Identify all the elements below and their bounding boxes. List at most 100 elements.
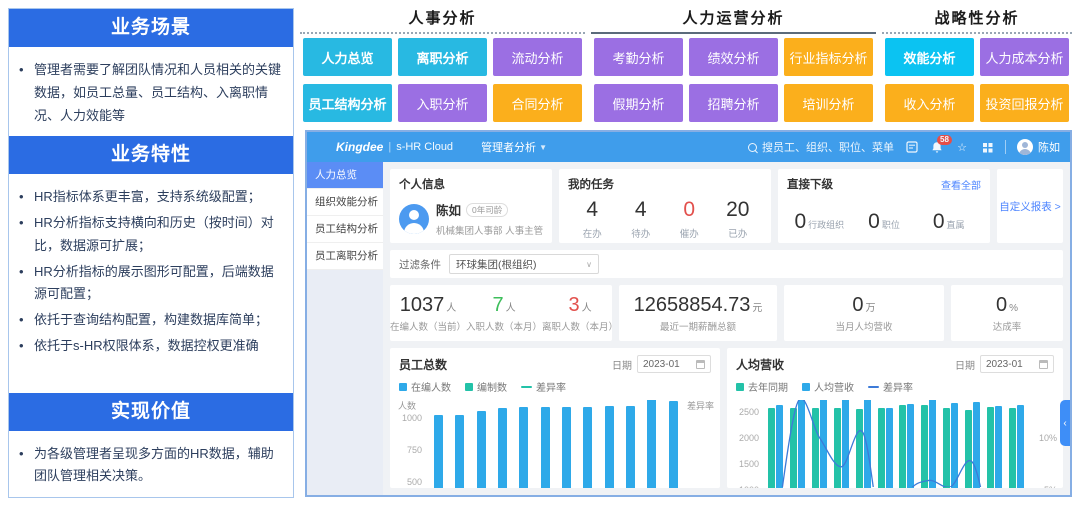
bar-group[interactable] [812,400,827,488]
bar-group[interactable] [790,400,805,488]
nav-menu-label: 管理者分析 [481,139,536,155]
bar-group[interactable] [669,401,678,488]
bar-group[interactable] [768,405,783,488]
kpi-unit: 万 [866,303,876,314]
sidebar-item[interactable]: 人力总览 [307,162,383,189]
legend-item[interactable]: 编制数 [465,379,507,394]
nav-menu-manager-analysis[interactable]: 管理者分析 ▼ [481,139,547,155]
analysis-button[interactable]: 员工结构分析 [303,84,392,122]
bar [987,407,994,488]
kpi-unit: 人 [506,303,516,314]
bar-group[interactable] [519,407,528,488]
chart-plot: 250020001500100010%5% [733,400,1057,488]
bar-group[interactable] [856,400,871,488]
kpi-stat: 0%达成率 [993,294,1022,333]
bullet-text: 依托于s-HR权限体系，数据控权更准确 [34,335,259,358]
bar-group[interactable] [1009,405,1024,488]
analysis-button[interactable]: 人力总览 [303,38,392,76]
date-picker[interactable]: 2023-01 [637,355,711,373]
analysis-button[interactable]: 培训分析 [784,84,873,122]
bar [605,406,614,488]
apps-grid-icon[interactable] [980,140,994,154]
my-tasks-card: 我的任务 4在办4待办0催办20已办 [559,169,771,243]
y-axis-tick: 1000 [733,485,759,488]
bullet-text: HR分析指标的展示图形可配置，后端数据源可配置； [34,261,283,307]
analysis-button[interactable]: 假期分析 [594,84,683,122]
legend-item[interactable]: 差异率 [868,379,913,394]
bar-group[interactable] [477,411,486,488]
analysis-button[interactable]: 合同分析 [493,84,582,122]
global-search[interactable]: 搜员工、组织、职位、菜单 [748,139,894,155]
task-label: 催办 [665,226,714,240]
bar-group[interactable] [943,403,958,488]
analysis-button[interactable]: 人力成本分析 [980,38,1069,76]
bar-group[interactable] [434,415,443,488]
legend-item[interactable]: 去年同期 [736,379,788,394]
favorite-star-icon[interactable]: ☆ [955,140,969,154]
bar-group[interactable] [878,408,893,488]
section-body-business-features: •HR指标体系更丰富，支持系统级配置；•HR分析指标支持横向和历史（按时间）对比… [9,174,293,392]
chevron-down-icon: ∨ [586,260,592,269]
sidebar-item[interactable]: 员工结构分析 [307,216,383,243]
analysis-button[interactable]: 流动分析 [493,38,582,76]
bar [886,408,893,488]
collapse-drawer-handle[interactable]: ‹ [1060,400,1070,446]
sidebar-item[interactable]: 员工离职分析 [307,243,383,270]
kpi-stat: 7人入职人数（本月） [466,294,542,333]
bullet-item: •为各级管理者呈现多方面的HR数据，辅助团队管理相关决策。 [19,443,283,489]
analysis-button[interactable]: 招聘分析 [689,84,778,122]
navbar-divider [1005,140,1006,154]
bar-group[interactable] [834,400,849,488]
bar [647,400,656,488]
user-menu[interactable]: 陈如 [1017,139,1060,155]
analysis-button[interactable]: 投资回报分析 [980,84,1069,122]
workbench-icon[interactable] [905,140,919,154]
bar [669,401,678,488]
task-stat[interactable]: 20已办 [714,198,763,240]
subordinate-label: 直属 [947,218,965,231]
legend-square-swatch [736,383,744,391]
analysis-button[interactable]: 入职分析 [398,84,487,122]
analysis-button[interactable]: 绩效分析 [689,38,778,76]
task-stat[interactable]: 4在办 [568,198,617,240]
legend-line-swatch [868,386,879,388]
dashboard-sidebar: 人力总览组织效能分析员工结构分析员工离职分析 [307,162,383,495]
bar-group[interactable] [921,400,936,488]
legend-item[interactable]: 人均营收 [802,379,854,394]
analysis-button[interactable]: 考勤分析 [594,38,683,76]
search-icon [748,143,757,152]
bar-group[interactable] [455,415,464,488]
notification-bell-icon[interactable]: 58 [930,140,944,154]
analysis-button[interactable]: 行业指标分析 [784,38,873,76]
date-picker[interactable]: 2023-01 [980,355,1054,373]
bar [943,408,950,488]
bar [907,404,914,488]
bar-group[interactable] [626,406,635,488]
legend-line-swatch [521,386,532,388]
dashboard-navbar: Kingdee | s-HR Cloud 管理者分析 ▼ 搜员工、组织、职位、菜… [307,132,1070,162]
legend-item[interactable]: 差异率 [521,379,566,394]
bar-group[interactable] [987,406,1002,488]
bar-group[interactable] [965,402,980,488]
analysis-group-title: 战略性分析 [882,4,1072,34]
bar-group[interactable] [647,400,656,488]
kpi-card: 12658854.73元最近一期薪酬总额 [619,285,777,341]
bar-group[interactable] [541,407,550,488]
bar-group[interactable] [498,408,507,488]
kpi-label: 离职人数（本月） [542,319,618,333]
bar-group[interactable] [583,407,592,488]
view-all-link[interactable]: 查看全部 [941,177,981,192]
org-filter-select[interactable]: 环球集团(根组织) ∨ [449,254,599,274]
analysis-button[interactable]: 收入分析 [885,84,974,122]
bar-group[interactable] [605,406,614,488]
custom-report-link[interactable]: 自定义报表 > [999,199,1061,214]
bar-group[interactable] [562,407,571,488]
analysis-button[interactable]: 离职分析 [398,38,487,76]
task-stat[interactable]: 4待办 [617,198,666,240]
task-stat[interactable]: 0催办 [665,198,714,240]
legend-item[interactable]: 在编人数 [399,379,451,394]
bar [965,410,972,488]
bar-group[interactable] [899,404,914,488]
analysis-button[interactable]: 效能分析 [885,38,974,76]
sidebar-item[interactable]: 组织效能分析 [307,189,383,216]
